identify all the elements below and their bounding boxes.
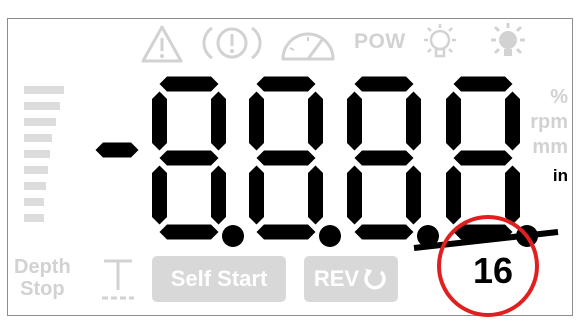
fraction-denominator: 16 — [472, 250, 514, 291]
control-panel: POW % rpm mm in Depth Stop Self Start RE… — [0, 0, 582, 324]
